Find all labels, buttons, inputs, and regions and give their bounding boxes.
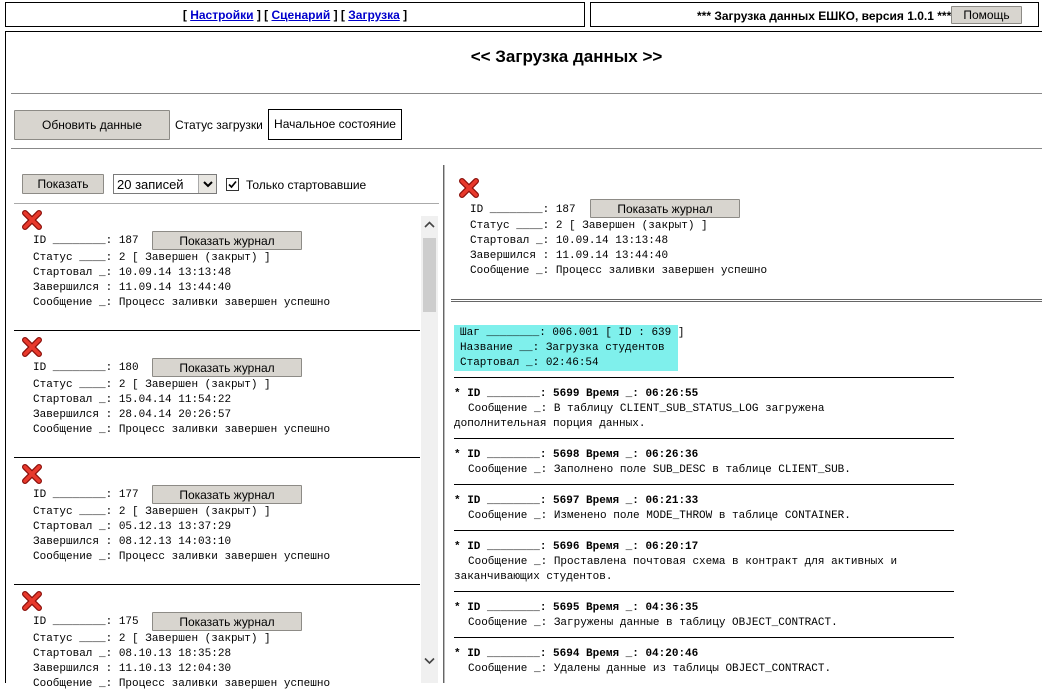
header-frame: *** Загрузка данных ЕШКО, версия 1.0.1 *…: [590, 2, 1039, 27]
show-journal-button[interactable]: Показать журнал: [152, 358, 302, 377]
log-divider: [454, 530, 954, 531]
page-title: << Загрузка данных >>: [470, 47, 663, 66]
log-entry: * ID ________: 5697 Время _: 06:21:33 Соо…: [454, 494, 974, 524]
step-started-line: Стартовал _: 02:46:54: [460, 357, 599, 369]
record-finished-line: Завершился : 11.10.13 12:04:30: [33, 663, 232, 675]
detail-id-line: ID ________: 187: [470, 204, 576, 216]
log-entry-message: Сообщение _: В таблицу CLIENT_SUB_STATUS…: [468, 403, 825, 415]
log-entry-header: * ID ________: 5695 Время _: 04:36:35: [454, 602, 699, 614]
scrollbar-thumb[interactable]: [423, 238, 436, 312]
chevron-down-icon[interactable]: [198, 175, 216, 193]
record-id-line: ID ________: 187: [33, 235, 139, 247]
log-entry-header: * ID ________: 5698 Время _: 06:26:36: [454, 449, 699, 461]
show-journal-button[interactable]: Показать журнал: [152, 612, 302, 631]
list-scrollbar[interactable]: [421, 216, 438, 683]
log-entry-header: * ID ________: 5699 Время _: 06:26:55: [454, 388, 699, 400]
nav-link-settings[interactable]: Настройки: [190, 8, 253, 22]
log-entry: * ID ________: 5694 Время _: 04:20:46 Соо…: [454, 647, 974, 677]
log-entry: * ID ________: 5699 Время _: 06:26:55 Соо…: [454, 387, 974, 432]
show-journal-button[interactable]: Показать журнал: [152, 485, 302, 504]
record-started-line: Стартовал _: 10.09.14 13:13:48: [33, 267, 232, 279]
log-divider: [454, 484, 954, 485]
record-status-line: Статус ____: 2 [ Завершен (закрыт) ]: [33, 506, 271, 518]
log-entry-message: Сообщение _: Изменено поле MODE_THROW в …: [468, 510, 851, 522]
record-started-line: Стартовал _: 05.12.13 13:37:29: [33, 521, 232, 533]
show-journal-button[interactable]: Показать журнал: [152, 231, 302, 250]
step-line: Шаг ________: 006.001 [ ID : 639 ]: [460, 327, 685, 339]
log-entry-message: Сообщение _: Заполнено поле SUB_DESC в т…: [468, 464, 851, 476]
detail-started-line: Стартовал _: 10.09.14 13:13:48: [470, 235, 669, 247]
log-entry: * ID ________: 5696 Время _: 06:20:17 Соо…: [454, 540, 974, 585]
detail-divider: [451, 299, 1042, 302]
record-divider: [14, 584, 420, 585]
red-x-icon[interactable]: [21, 590, 43, 612]
log-entry-header: * ID ________: 5697 Время _: 06:21:33: [454, 495, 699, 507]
detail-status-line: Статус ____: 2 [ Завершен (закрыт) ]: [470, 220, 708, 232]
record-message-line: Сообщение _: Процесс заливки завершен ус…: [33, 297, 331, 309]
record-finished-line: Завершился : 28.04.14 20:26:57: [33, 409, 232, 421]
record-started-line: Стартовал _: 15.04.14 11:54:22: [33, 394, 232, 406]
vertical-divider: [443, 165, 445, 683]
scrollbar-up-arrow[interactable]: [421, 216, 438, 234]
log-entry: * ID ________: 5698 Время _: 06:26:36 Соо…: [454, 448, 974, 478]
show-button[interactable]: Показать: [22, 174, 104, 194]
record-id-line: ID ________: 180: [33, 362, 139, 374]
log-entry-message: Сообщение _: Проставлена почтовая схема …: [468, 556, 898, 568]
record-status-line: Статус ____: 2 [ Завершен (закрыт) ]: [33, 379, 271, 391]
records-count-select[interactable]: 20 записей: [113, 174, 217, 194]
record-divider: [14, 330, 420, 331]
detail-finished-line: Завершился : 11.09.14 13:44:40: [470, 250, 669, 262]
toolbar-divider: [11, 148, 1042, 149]
check-icon: [228, 180, 237, 189]
log-entry-message-cont: дополнительная порция данных.: [454, 418, 646, 430]
refresh-data-button[interactable]: Обновить данные: [14, 110, 170, 140]
red-x-icon[interactable]: [21, 336, 43, 358]
log-entry-header: * ID ________: 5696 Время _: 06:20:17: [454, 541, 699, 553]
scrollbar-down-arrow[interactable]: [421, 652, 438, 670]
title-divider: [11, 93, 1042, 94]
nav-frame: [ Настройки ] [ Сценарий ] [ Загрузка ]: [5, 2, 585, 27]
log-divider: [454, 438, 954, 439]
log-entry-message-cont: заканчивающих студентов.: [454, 571, 613, 583]
step-divider: [454, 377, 954, 378]
app-title: *** Загрузка данных ЕШКО, версия 1.0.1 *…: [697, 9, 952, 23]
record-id-line: ID ________: 177: [33, 489, 139, 501]
record-finished-line: Завершился : 08.12.13 14:03:10: [33, 536, 232, 548]
log-divider: [454, 591, 954, 592]
log-entry-message: Сообщение _: Удалены данные из таблицы O…: [468, 663, 832, 675]
red-x-icon[interactable]: [21, 209, 43, 231]
only-started-label: Только стартовавшие: [246, 178, 367, 192]
record-message-line: Сообщение _: Процесс заливки завершен ус…: [33, 551, 331, 563]
detail-show-journal-button[interactable]: Показать журнал: [590, 199, 740, 218]
record-message-line: Сообщение _: Процесс заливки завершен ус…: [33, 424, 331, 436]
status-value: Начальное состояние: [268, 109, 402, 140]
log-entry: * ID ________: 5695 Время _: 04:36:35 Соо…: [454, 601, 974, 631]
log-divider: [454, 637, 954, 638]
red-x-icon[interactable]: [458, 177, 480, 199]
record-status-line: Статус ____: 2 [ Завершен (закрыт) ]: [33, 633, 271, 645]
red-x-icon[interactable]: [21, 463, 43, 485]
nav-link-scenario[interactable]: Сценарий: [272, 8, 331, 22]
record-id-line: ID ________: 175: [33, 616, 139, 628]
record-message-line: Сообщение _: Процесс заливки завершен ус…: [33, 678, 331, 690]
record-finished-line: Завершился : 11.09.14 13:44:40: [33, 282, 232, 294]
record-status-line: Статус ____: 2 [ Завершен (закрыт) ]: [33, 252, 271, 264]
detail-message-line: Сообщение _: Процесс заливки завершен ус…: [470, 265, 768, 277]
record-started-line: Стартовал _: 08.10.13 18:35:28: [33, 648, 232, 660]
nav-links: [ Настройки ] [ Сценарий ] [ Загрузка ]: [182, 8, 408, 22]
log-entry-message: Сообщение _: Загружены данные в таблицу …: [468, 617, 838, 629]
only-started-checkbox[interactable]: [226, 178, 239, 191]
record-divider: [14, 457, 420, 458]
status-label: Статус загрузки: [175, 118, 263, 132]
nav-link-load[interactable]: Загрузка: [348, 8, 400, 22]
step-name-line: Название __: Загрузка студентов: [460, 342, 665, 354]
log-entry-header: * ID ________: 5694 Время _: 04:20:46: [454, 648, 699, 660]
help-button[interactable]: Помощь: [951, 6, 1022, 24]
list-top-divider: [14, 203, 439, 204]
